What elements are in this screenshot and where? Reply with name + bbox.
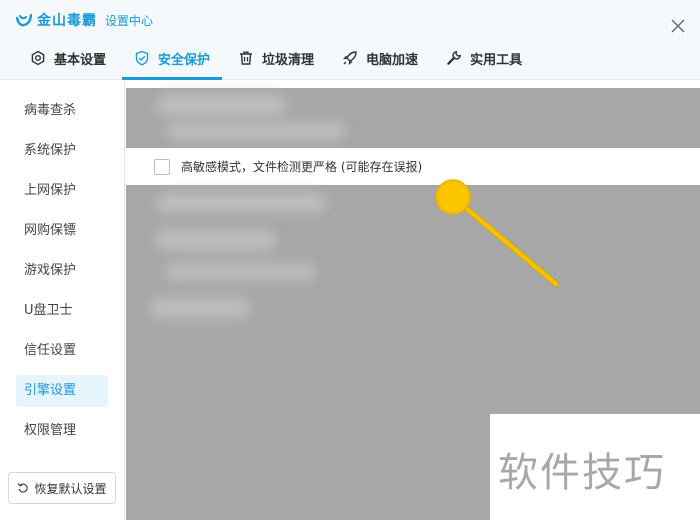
app-brand: 金山毒霸	[37, 13, 97, 29]
reset-defaults-button[interactable]: 恢复默认设置	[8, 472, 116, 504]
gear-icon	[31, 50, 45, 66]
close-icon	[671, 19, 685, 33]
sidebar-item-game-protection[interactable]: 游戏保护	[16, 255, 108, 287]
high-sensitivity-label: 高敏感模式，文件检测更严格 (可能存在误报)	[181, 160, 423, 174]
settings-sidebar: 病毒查杀 系统保护 上网保护 网购保镖 游戏保护 U盘卫士 信任设置 引擎设置 …	[0, 80, 125, 520]
redacted-region	[126, 88, 700, 148]
reset-defaults-label: 恢复默认设置	[34, 481, 107, 496]
tab-security[interactable]: 安全保护	[122, 36, 223, 80]
tab-label: 垃圾清理	[262, 52, 315, 68]
tab-basic-settings[interactable]: 基本设置	[18, 36, 118, 80]
app-logo: 金山毒霸 设置中心	[14, 10, 153, 30]
trash-icon	[240, 51, 253, 65]
main-tabs: 基本设置 安全保护 垃圾清理 电脑加速 实用工具	[18, 36, 538, 80]
app-subtitle: 设置中心	[105, 13, 154, 28]
tab-label: 安全保护	[158, 52, 211, 68]
close-button[interactable]	[670, 18, 686, 34]
sidebar-item-system-protection[interactable]: 系统保护	[16, 135, 108, 167]
high-sensitivity-checkbox[interactable]	[154, 158, 170, 175]
undo-icon	[18, 483, 29, 493]
sidebar-item-web-protection[interactable]: 上网保护	[16, 175, 108, 207]
tab-pc-speedup[interactable]: 电脑加速	[330, 36, 430, 80]
watermark-text: 软件技巧	[498, 450, 666, 496]
rocket-icon	[342, 51, 357, 66]
tab-tools[interactable]: 实用工具	[434, 36, 534, 80]
sidebar-item-usb-guard[interactable]: U盘卫士	[16, 295, 108, 327]
settings-header: 金山毒霸 设置中心 基本设置 安全保护 垃圾清理 电脑加速 实用工具	[0, 0, 700, 80]
tab-label: 电脑加速	[366, 52, 419, 68]
sidebar-item-trust-settings[interactable]: 信任设置	[16, 335, 108, 367]
shield-check-icon	[135, 50, 149, 66]
wrench-icon	[447, 51, 461, 65]
sidebar-item-shopping-guard[interactable]: 网购保镖	[16, 215, 108, 247]
sidebar-item-permission-management[interactable]: 权限管理	[16, 415, 108, 447]
tab-junk-cleanup[interactable]: 垃圾清理	[226, 36, 326, 80]
tab-label: 实用工具	[470, 52, 523, 68]
sidebar-item-virus-scan[interactable]: 病毒查杀	[16, 95, 108, 127]
sidebar-item-engine-settings[interactable]: 引擎设置	[16, 375, 108, 407]
high-sensitivity-option: 高敏感模式，文件检测更严格 (可能存在误报)	[126, 148, 700, 185]
tab-label: 基本设置	[54, 52, 107, 68]
duba-logo-icon	[15, 13, 33, 27]
